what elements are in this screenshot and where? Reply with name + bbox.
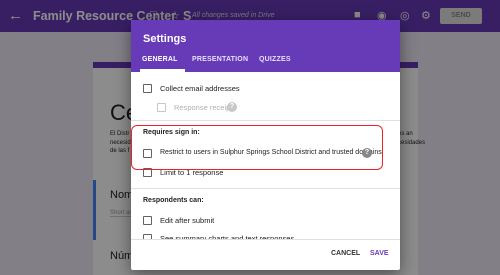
dialog-header: Settings GENERAL PRESENTATION QUIZZES: [131, 20, 400, 72]
footer-divider: [131, 239, 400, 240]
tab-general[interactable]: GENERAL: [142, 56, 178, 63]
tab-quizzes[interactable]: QUIZZES: [259, 56, 291, 63]
tab-presentation[interactable]: PRESENTATION: [192, 56, 248, 63]
divider: [131, 120, 400, 121]
respondents-can-heading: Respondents can:: [143, 197, 204, 204]
save-button[interactable]: SAVE: [370, 250, 389, 257]
response-receipts-checkbox: [157, 103, 166, 112]
highlight-annotation: [131, 125, 383, 170]
collect-email-label: Collect email addresses: [160, 84, 240, 93]
edit-after-submit-label: Edit after submit: [160, 216, 215, 225]
scroll-fade: [131, 239, 400, 250]
divider: [131, 188, 400, 189]
collect-email-checkbox[interactable]: [143, 84, 152, 93]
help-icon[interactable]: ?: [227, 102, 237, 112]
cancel-button[interactable]: CANCEL: [331, 250, 360, 257]
edit-after-submit-checkbox[interactable]: [143, 216, 152, 225]
active-tab-indicator: [140, 69, 185, 72]
dialog-title: Settings: [143, 33, 187, 45]
